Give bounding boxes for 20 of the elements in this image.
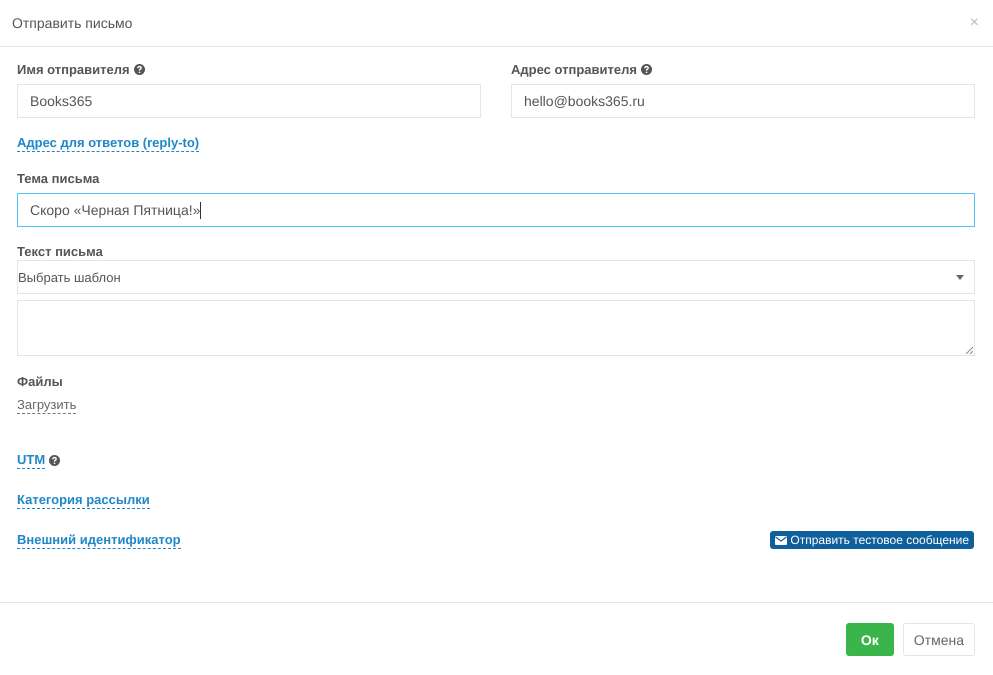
field-label: Текст письма: [17, 244, 103, 258]
resize-grip-icon[interactable]: [965, 346, 973, 354]
send-test-button[interactable]: Отправить тестовое сообщение: [770, 531, 974, 549]
option-link[interactable]: Категория рассылки: [17, 492, 150, 508]
caret-icon: [956, 274, 964, 280]
upload-link[interactable]: Загрузить: [17, 397, 76, 414]
option-link[interactable]: Внешний идентификатор: [17, 532, 181, 548]
input-field[interactable]: hello@books365.ru: [511, 84, 975, 118]
field-label: Файлы: [17, 374, 63, 388]
cancel-button[interactable]: Отмена: [902, 623, 975, 656]
option-link[interactable]: UTM: [17, 452, 46, 468]
field-label: Тема письма: [17, 170, 100, 186]
reply-to-link[interactable]: Адрес для ответов (reply-to): [17, 135, 200, 152]
input-field[interactable]: Books365: [17, 84, 481, 118]
field-label: Имя отправителя: [17, 62, 130, 76]
dialog-title: Отправить письмо: [12, 15, 132, 31]
input-field[interactable]: Скоро «Черная Пятница!»: [17, 193, 975, 227]
template-select[interactable]: Выбрать шаблон: [17, 260, 975, 294]
envelope-icon: [775, 536, 788, 544]
field-label: Адрес отправителя: [511, 62, 637, 76]
